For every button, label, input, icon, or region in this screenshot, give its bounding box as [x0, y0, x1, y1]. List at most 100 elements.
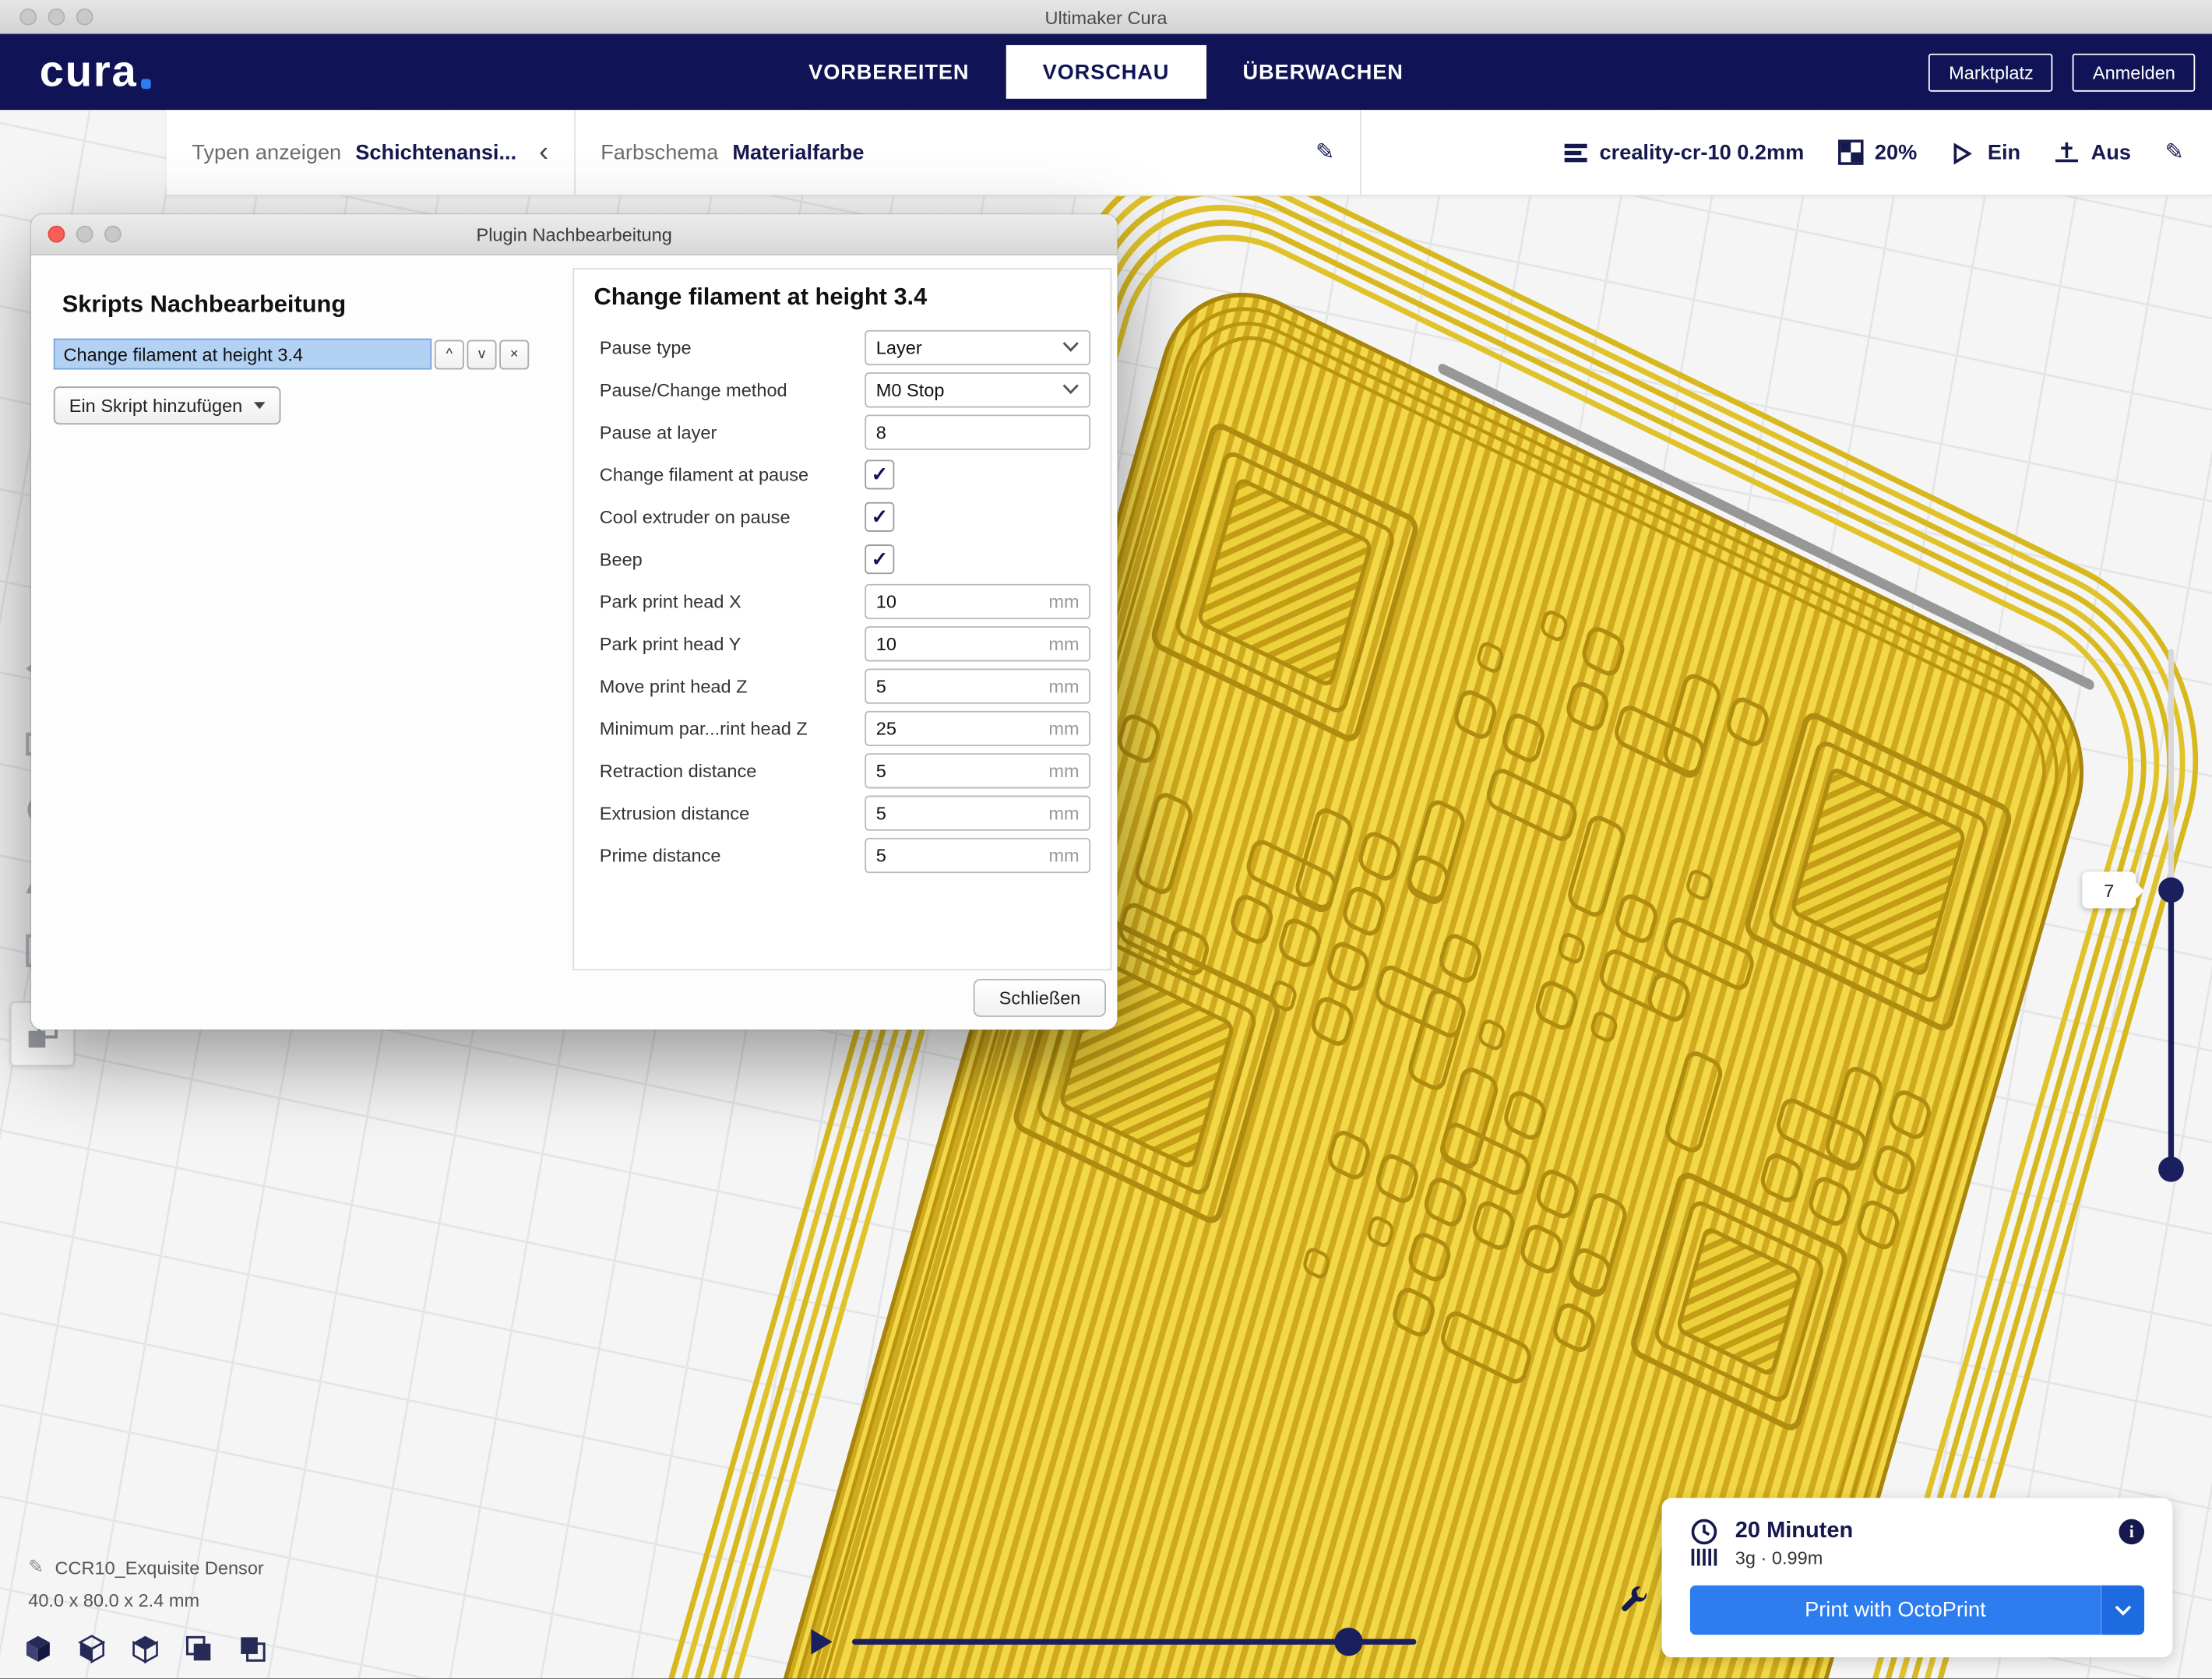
form-row: Park print head Y10mm — [594, 622, 1091, 664]
model-size: 40.0 x 80.0 x 2.4 mm — [28, 1589, 264, 1610]
print-job-card: 20 Minuten 3g · 0.99m Print with OctoPri… — [1662, 1498, 2173, 1658]
field-label: Pause/Change method — [594, 378, 865, 400]
input-unit: mm — [1048, 759, 1079, 780]
minimize-window-icon[interactable] — [48, 9, 65, 26]
support-value: Ein — [1988, 140, 2020, 164]
view-top-icon[interactable] — [130, 1633, 161, 1664]
window-controls[interactable] — [19, 9, 93, 26]
printer-profile-value: creality-cr-10 0.2mm — [1600, 140, 1805, 164]
layer-slider-lower-handle[interactable] — [2158, 1156, 2184, 1182]
remove-script-button[interactable]: × — [499, 340, 529, 369]
field-select[interactable]: Layer — [865, 329, 1090, 364]
field-label: Park print head X — [594, 590, 865, 611]
view-right-icon[interactable] — [237, 1633, 268, 1664]
cura-logo: cura — [40, 47, 152, 97]
input-unit: mm — [1048, 590, 1079, 611]
post-processing-dialog: Plugin Nachbearbeitung Skripts Nachbearb… — [31, 214, 1118, 1030]
view-left-icon[interactable] — [183, 1633, 214, 1664]
field-input[interactable]: 5mm — [865, 795, 1090, 830]
form-row: Pause typeLayer — [594, 326, 1091, 368]
dialog-zoom-icon[interactable] — [104, 226, 122, 243]
layer-slider[interactable]: 7 — [2136, 649, 2192, 1213]
field-checkbox[interactable] — [865, 502, 894, 531]
seam-line — [1442, 369, 2089, 685]
dialog-title: Plugin Nachbearbeitung — [476, 224, 671, 245]
field-input[interactable]: 10mm — [865, 583, 1090, 618]
input-unit: mm — [1048, 632, 1079, 653]
layers-icon — [1562, 139, 1588, 165]
field-checkbox[interactable] — [865, 544, 894, 573]
view-type-value: Schichtenansi... — [355, 140, 516, 164]
field-input[interactable]: 5mm — [865, 668, 1090, 703]
field-label: Pause at layer — [594, 421, 865, 442]
adhesion-icon — [2055, 139, 2080, 165]
print-options-dropdown[interactable] — [2101, 1586, 2144, 1635]
field-input[interactable]: 8 — [865, 414, 1090, 449]
move-script-down-button[interactable]: v — [467, 340, 497, 369]
field-input[interactable]: 10mm — [865, 625, 1090, 660]
view-type-control[interactable]: Typen anzeigen Schichtenansi... ‹ — [167, 110, 574, 195]
tab-vorschau[interactable]: VORSCHAU — [1006, 45, 1206, 99]
adjust-wrench-icon[interactable] — [1617, 1586, 1650, 1619]
rename-pencil-icon[interactable]: ✎ — [28, 1556, 44, 1579]
play-icon[interactable] — [811, 1629, 832, 1655]
model-name: CCR10_Exquisite Densor — [55, 1557, 263, 1578]
view-front-icon[interactable] — [76, 1633, 107, 1664]
dialog-minimize-icon[interactable] — [76, 226, 93, 243]
color-scheme-label: Farbschema — [601, 140, 718, 164]
print-octoprint-button[interactable]: Print with OctoPrint — [1690, 1586, 2144, 1635]
edit-pencil-icon[interactable]: ✎ — [1316, 138, 1334, 166]
support-setting[interactable]: Ein — [1951, 139, 2020, 165]
view-type-label: Typen anzeigen — [192, 140, 341, 164]
selected-script-item[interactable]: Change filament at height 3.4 — [54, 339, 431, 370]
marketplace-button[interactable]: Marktplatz — [1929, 53, 2053, 91]
layer-number: 7 — [2104, 879, 2114, 900]
field-label: Beep — [594, 548, 865, 569]
field-label: Minimum par...rint head Z — [594, 717, 865, 738]
app-header: cura VORBEREITEN VORSCHAU ÜBERWACHEN Mar… — [0, 33, 2212, 110]
zoom-window-icon[interactable] — [76, 9, 93, 26]
add-script-button[interactable]: Ein Skript hinzufügen — [54, 386, 280, 424]
close-dialog-button[interactable]: Schließen — [974, 979, 1106, 1017]
field-input[interactable]: 25mm — [865, 710, 1090, 745]
field-label: Retraction distance — [594, 759, 865, 780]
input-value: 5 — [876, 802, 1049, 823]
tab-ueberwachen[interactable]: ÜBERWACHEN — [1206, 45, 1439, 99]
tab-vorbereiten[interactable]: VORBEREITEN — [772, 45, 1006, 99]
info-icon[interactable] — [2119, 1519, 2144, 1545]
layer-slider-range[interactable] — [2168, 889, 2174, 1168]
scripts-pane: Skripts Nachbearbeitung Change filament … — [54, 273, 562, 424]
signin-button[interactable]: Anmelden — [2073, 53, 2196, 91]
printer-profile[interactable]: creality-cr-10 0.2mm — [1562, 139, 1804, 165]
adhesion-setting[interactable]: Aus — [2055, 139, 2131, 165]
simulation-slider-handle[interactable] — [1334, 1628, 1362, 1656]
edit-print-settings-icon[interactable]: ✎ — [2164, 138, 2183, 166]
input-value: 10 — [876, 590, 1049, 611]
simulation-slider[interactable] — [852, 1639, 1416, 1645]
collapse-icon[interactable]: ‹ — [539, 136, 548, 169]
dialog-titlebar[interactable]: Plugin Nachbearbeitung — [31, 214, 1118, 255]
close-window-icon[interactable] — [19, 9, 37, 26]
settings-heading: Change filament at height 3.4 — [594, 283, 1091, 312]
field-label: Change filament at pause — [594, 463, 865, 484]
material-usage: 3g · 0.99m — [1735, 1547, 1823, 1568]
move-script-up-button[interactable]: ^ — [435, 340, 464, 369]
script-settings-pane: Change filament at height 3.4 Pause type… — [572, 268, 1111, 970]
material-icon — [1690, 1546, 1718, 1568]
dialog-close-icon[interactable] — [48, 226, 65, 243]
logo-dot-icon — [142, 79, 152, 89]
field-label: Extrusion distance — [594, 802, 865, 823]
field-select[interactable]: M0 Stop — [865, 371, 1090, 407]
caret-down-icon — [254, 402, 265, 409]
color-scheme-control[interactable]: Farbschema Materialfarbe ✎ — [576, 110, 1360, 195]
layer-slider-value: 7 — [2082, 871, 2136, 908]
layer-slider-upper-handle[interactable] — [2158, 878, 2184, 903]
field-input[interactable]: 5mm — [865, 837, 1090, 872]
infill-setting[interactable]: 20% — [1838, 139, 1917, 165]
field-checkbox[interactable] — [865, 459, 894, 489]
view-3d-icon[interactable] — [23, 1633, 54, 1664]
infill-value: 20% — [1875, 140, 1917, 164]
form-row: Cool extruder on pause — [594, 495, 1091, 537]
field-input[interactable]: 5mm — [865, 752, 1090, 787]
input-value: 8 — [876, 421, 1080, 442]
